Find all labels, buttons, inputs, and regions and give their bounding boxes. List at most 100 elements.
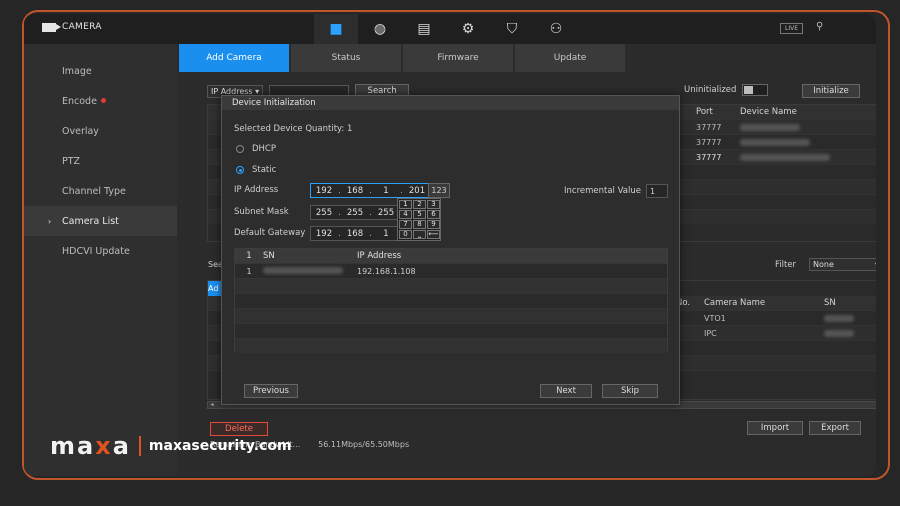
sidebar-item-image[interactable]: Image — [24, 56, 177, 86]
subnet-mask-label: Subnet Mask — [234, 207, 289, 217]
account-icon[interactable]: ⚇ — [534, 14, 578, 44]
scroll-right-icon[interactable]: ▸ — [875, 401, 876, 408]
radio-on-icon — [236, 166, 244, 174]
input-mode-button[interactable]: 123 — [428, 183, 450, 198]
sidebar-item-label: Camera List — [62, 215, 119, 227]
key-9[interactable]: 9 — [427, 220, 440, 229]
maxa-logo: maxa — [50, 432, 131, 460]
default-gateway-label: Default Gateway — [234, 228, 306, 238]
incremental-value-input[interactable]: 1 — [646, 184, 668, 198]
blurred-cell — [740, 153, 830, 161]
mask-octet: 255 — [346, 207, 364, 218]
backspace-key-icon[interactable]: ⟵ — [427, 230, 440, 239]
sidebar-item-label: Encode — [62, 95, 97, 107]
skip-button[interactable]: Skip — [602, 384, 658, 398]
scroll-left-icon[interactable]: ◂ — [208, 401, 216, 408]
ip-address-field[interactable]: 192. 168. 1. 201 — [310, 183, 431, 198]
tab-firmware[interactable]: Firmware — [403, 44, 513, 72]
import-button[interactable]: Import — [747, 421, 803, 435]
sidebar-item-camera-list[interactable]: › Camera List — [24, 206, 177, 236]
col-header-sn: SN — [824, 298, 836, 308]
key-5[interactable]: 5 — [413, 210, 426, 219]
uninitialized-toggle[interactable] — [742, 84, 769, 96]
user-icon[interactable]: ⚲ — [816, 21, 823, 32]
col-header-port: Port — [696, 107, 713, 117]
blurred-cell — [824, 314, 854, 322]
mask-octet: 255 — [315, 207, 333, 218]
ip-octet: 168 — [346, 185, 364, 196]
sidebar-item-label: HDCVI Update — [62, 245, 130, 257]
selected-quantity: Selected Device Quantity: 1 — [234, 124, 353, 134]
next-button[interactable]: Next — [540, 384, 592, 398]
cell-camera-name: IPC — [704, 328, 717, 338]
col-header-no: No. — [676, 298, 691, 308]
camera-menu-icon[interactable]: ■ — [314, 14, 358, 44]
app-title: CAMERA — [42, 22, 102, 32]
previous-button[interactable]: Previous — [244, 384, 298, 398]
table-row — [235, 308, 667, 323]
static-radio[interactable]: Static — [236, 165, 276, 175]
cell-index: 1 — [246, 266, 252, 276]
selected-devices-table: 1 SN IP Address 1 192.168.1.108 — [234, 248, 668, 353]
tab-update[interactable]: Update — [515, 44, 625, 72]
col-header-camera-name: Camera Name — [704, 298, 766, 308]
sidebar-item-ptz[interactable]: PTZ — [24, 146, 177, 176]
key-0[interactable]: 0 — [399, 230, 412, 239]
gateway-octet: 168 — [346, 228, 364, 239]
add-button-fragment[interactable]: Ad — [208, 281, 222, 296]
table-row[interactable]: 1 192.168.1.108 — [235, 263, 667, 278]
table-row — [235, 323, 667, 338]
incremental-value-label: Incremental Value — [564, 186, 641, 196]
filter-select[interactable]: None▾ — [809, 258, 876, 271]
top-bar: CAMERA ■ ◍ ▤ ⚙ ⛉ ⚇ LIVE ⚲ — [24, 14, 876, 44]
table-header: 1 SN IP Address — [235, 249, 667, 263]
col-header-ip: IP Address — [357, 251, 402, 261]
sidebar-item-label: Channel Type — [62, 185, 126, 197]
key-8[interactable]: 8 — [413, 220, 426, 229]
table-row — [235, 278, 667, 293]
numeric-keypad: 1 2 3 4 5 6 7 8 9 0 ⎵ ⟵ — [397, 198, 441, 241]
table-row — [235, 338, 667, 353]
sidebar-item-encode[interactable]: Encode — [24, 86, 177, 116]
key-4[interactable]: 4 — [399, 210, 412, 219]
col-header-device-name: Device Name — [740, 107, 797, 117]
static-label: Static — [252, 165, 277, 175]
key-3[interactable]: 3 — [427, 200, 440, 209]
alert-dot-icon — [100, 97, 106, 103]
space-key-icon[interactable]: ⎵ — [413, 230, 426, 239]
sidebar-item-overlay[interactable]: Overlay — [24, 116, 177, 146]
key-7[interactable]: 7 — [399, 220, 412, 229]
dhcp-radio[interactable]: DHCP — [236, 144, 276, 154]
blurred-sn — [263, 266, 343, 274]
ip-octet: 1 — [383, 185, 389, 196]
app-title-label: CAMERA — [62, 22, 102, 32]
system-icon[interactable]: ⚙ — [446, 14, 490, 44]
col-header-index: 1 — [246, 251, 252, 261]
chevron-right-icon: › — [48, 216, 52, 226]
blurred-cell — [740, 123, 800, 131]
ip-octet: 201 — [408, 185, 426, 196]
radio-off-icon — [236, 145, 244, 153]
tab-bar: Add Camera Status Firmware Update — [179, 44, 627, 72]
security-icon[interactable]: ⛉ — [490, 14, 534, 44]
live-button[interactable]: LIVE — [780, 23, 804, 34]
sidebar-item-channel-type[interactable]: Channel Type — [24, 176, 177, 206]
key-2[interactable]: 2 — [413, 200, 426, 209]
blurred-cell — [740, 138, 810, 146]
tab-status[interactable]: Status — [291, 44, 401, 72]
key-6[interactable]: 6 — [427, 210, 440, 219]
sidebar-item-label: Image — [62, 65, 92, 77]
uninitialized-label: Uninitialized — [684, 85, 737, 95]
export-button[interactable]: Export — [809, 421, 861, 435]
network-icon[interactable]: ◍ — [358, 14, 402, 44]
gateway-octet: 192 — [315, 228, 333, 239]
cell-port: 37777 — [696, 122, 722, 132]
storage-icon[interactable]: ▤ — [402, 14, 446, 44]
filter-label: Filter — [775, 260, 797, 270]
key-1[interactable]: 1 — [399, 200, 412, 209]
initialize-button[interactable]: Initialize — [802, 84, 860, 98]
tab-add-camera[interactable]: Add Camera — [179, 44, 289, 72]
sidebar-item-hdcvi-update[interactable]: HDCVI Update — [24, 236, 177, 266]
cell-port: 37777 — [696, 137, 722, 147]
blurred-cell — [824, 329, 854, 337]
